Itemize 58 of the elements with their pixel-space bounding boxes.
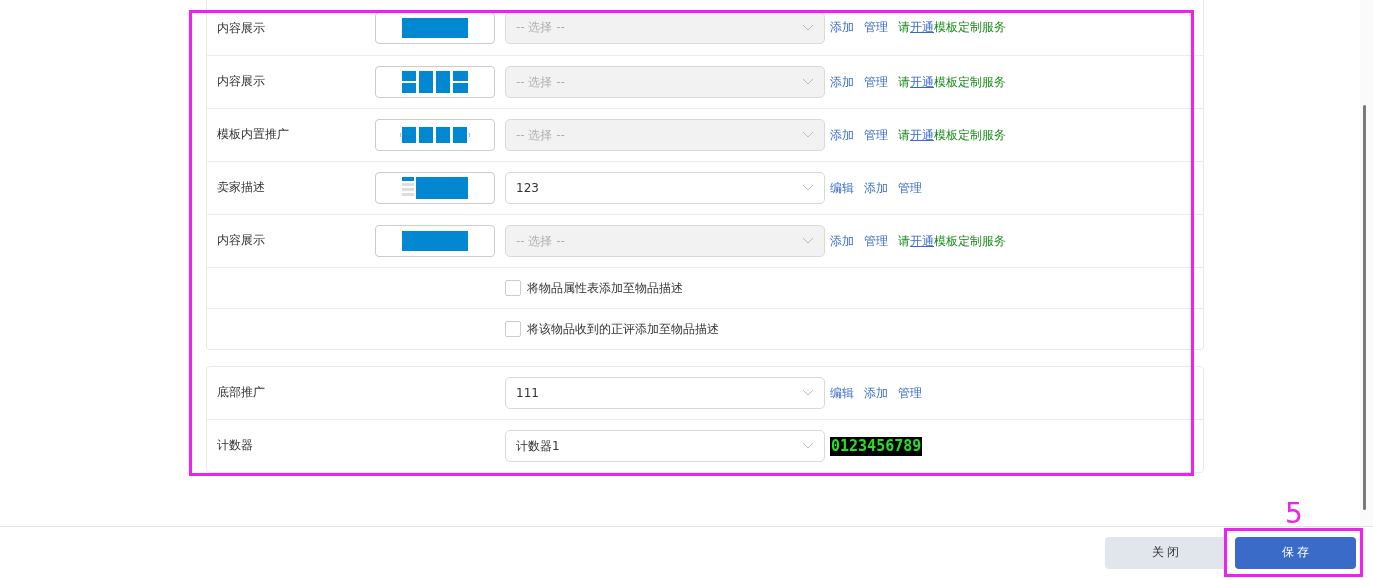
field-label: 内容展示 — [216, 232, 266, 249]
step-number: 5 — [1285, 497, 1303, 531]
action-link[interactable]: 管理 — [898, 384, 922, 402]
activate-link[interactable]: 开通 — [910, 74, 934, 89]
field-label: 底部推广 — [216, 384, 266, 401]
dropdown-select[interactable]: 计数器1 — [505, 430, 825, 462]
save-button[interactable]: 保 存 — [1235, 536, 1356, 569]
chevron-down-icon — [802, 184, 814, 192]
carousel-layout-icon — [400, 127, 470, 143]
action-link[interactable]: 添加 — [864, 179, 888, 197]
action-link[interactable]: 添加 — [864, 384, 888, 402]
chevron-down-icon — [802, 237, 814, 245]
checkbox[interactable] — [505, 321, 521, 337]
activate-link[interactable]: 开通 — [910, 127, 934, 142]
field-label: 计数器 — [216, 437, 254, 454]
checkbox-label: 将物品属性表添加至物品描述 — [527, 279, 683, 297]
action-link[interactable]: 编辑 — [830, 179, 854, 197]
action-link[interactable]: 管理 — [898, 179, 922, 197]
chevron-down-icon — [802, 23, 814, 32]
field-label: 内容展示 — [216, 20, 266, 37]
layout-thumbnail[interactable] — [375, 225, 495, 257]
banner-layout-icon — [402, 17, 468, 38]
checkbox[interactable] — [505, 280, 521, 296]
action-link[interactable]: 添加 — [830, 126, 854, 144]
chevron-down-icon — [802, 389, 814, 397]
counter-display: 0123456789 — [830, 436, 923, 456]
activate-link[interactable]: 开通 — [910, 233, 934, 248]
dropdown-select[interactable]: 123 — [505, 172, 825, 204]
service-note: 请开通模板定制服务 — [898, 73, 1006, 91]
chevron-down-icon — [802, 442, 814, 450]
action-link[interactable]: 管理 — [864, 73, 888, 91]
grid-layout-icon — [402, 71, 468, 93]
layout-thumbnail[interactable] — [375, 119, 495, 151]
sidebar-layout-icon — [402, 177, 468, 199]
action-link[interactable]: 管理 — [864, 232, 888, 250]
chevron-down-icon — [802, 78, 814, 86]
chevron-down-icon — [802, 131, 814, 139]
service-note: 请开通模板定制服务 — [898, 19, 1006, 36]
action-link[interactable]: 添加 — [830, 19, 854, 36]
layout-thumbnail[interactable] — [375, 66, 495, 98]
action-link[interactable]: 添加 — [830, 232, 854, 250]
service-note: 请开通模板定制服务 — [898, 232, 1006, 250]
scrollbar[interactable] — [1360, 0, 1373, 526]
close-button[interactable]: 关 闭 — [1105, 536, 1226, 569]
field-label: 模板内置推广 — [216, 126, 290, 143]
checkbox-label: 将该物品收到的正评添加至物品描述 — [527, 320, 719, 338]
field-label: 卖家描述 — [216, 179, 266, 196]
action-link[interactable]: 管理 — [864, 126, 888, 144]
banner-layout-icon — [402, 231, 468, 251]
layout-thumbnail[interactable] — [375, 11, 495, 44]
activate-link[interactable]: 开通 — [910, 20, 934, 34]
action-link[interactable]: 添加 — [830, 73, 854, 91]
layout-thumbnail[interactable] — [375, 172, 495, 204]
field-label: 内容展示 — [216, 73, 266, 90]
action-link[interactable]: 管理 — [864, 19, 888, 36]
action-link[interactable]: 编辑 — [830, 384, 854, 402]
dropdown-select[interactable]: 111 — [505, 377, 825, 409]
service-note: 请开通模板定制服务 — [898, 126, 1006, 144]
